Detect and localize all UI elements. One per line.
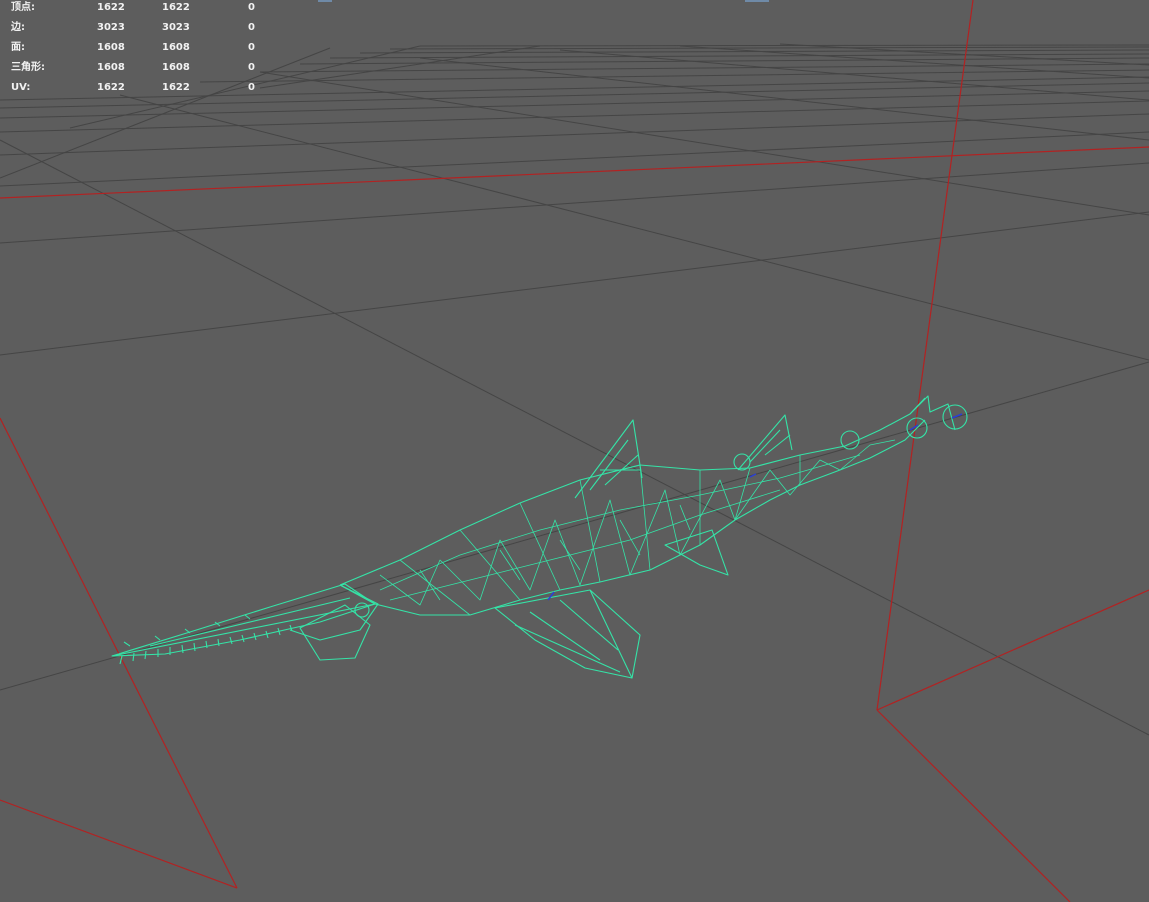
grid-line [0, 211, 1149, 356]
grid-line [419, 44, 1149, 47]
pectoral-fin[interactable] [494, 589, 641, 679]
red-axis-line [876, 709, 1071, 902]
red-axis-line [876, 589, 1149, 711]
tail-ring[interactable] [733, 453, 751, 471]
body-outline[interactable] [339, 397, 926, 616]
grid-line [389, 46, 1149, 50]
grid-line [0, 162, 1149, 244]
fin-mesh [749, 429, 791, 463]
joint-markers [547, 413, 963, 601]
gill-area[interactable] [299, 604, 371, 661]
rostrum-seam [111, 603, 376, 657]
second-dorsal-fin[interactable] [737, 414, 793, 471]
red-axis-line [0, 146, 1149, 199]
fin-mesh [514, 589, 633, 679]
first-dorsal-fin[interactable] [574, 419, 643, 499]
grid-line [0, 47, 331, 179]
grid-line [0, 76, 1149, 101]
grid-line [0, 131, 1149, 187]
fin-mesh [589, 439, 640, 491]
3d-viewport[interactable]: 顶点: 1622 1622 0 边: 3023 3023 0 面: 1608 1… [0, 0, 1149, 902]
red-axis-line [0, 417, 238, 889]
red-axis-line [876, 0, 974, 711]
grid-line [329, 53, 1149, 59]
tail-ring[interactable] [840, 430, 860, 450]
body-mesh [379, 439, 896, 616]
floor-grid [0, 43, 1149, 736]
saw-teeth [119, 614, 293, 665]
sawshark-wireframe-model[interactable] [111, 395, 968, 679]
grid-line [0, 139, 1149, 736]
red-axis-lines [0, 0, 1149, 902]
grid-line [0, 100, 1149, 133]
red-axis-line [0, 799, 238, 889]
grid-line [69, 45, 421, 129]
grid-line [119, 94, 1149, 361]
scene-canvas[interactable] [0, 0, 1149, 902]
pelvic-fin[interactable] [664, 529, 729, 576]
